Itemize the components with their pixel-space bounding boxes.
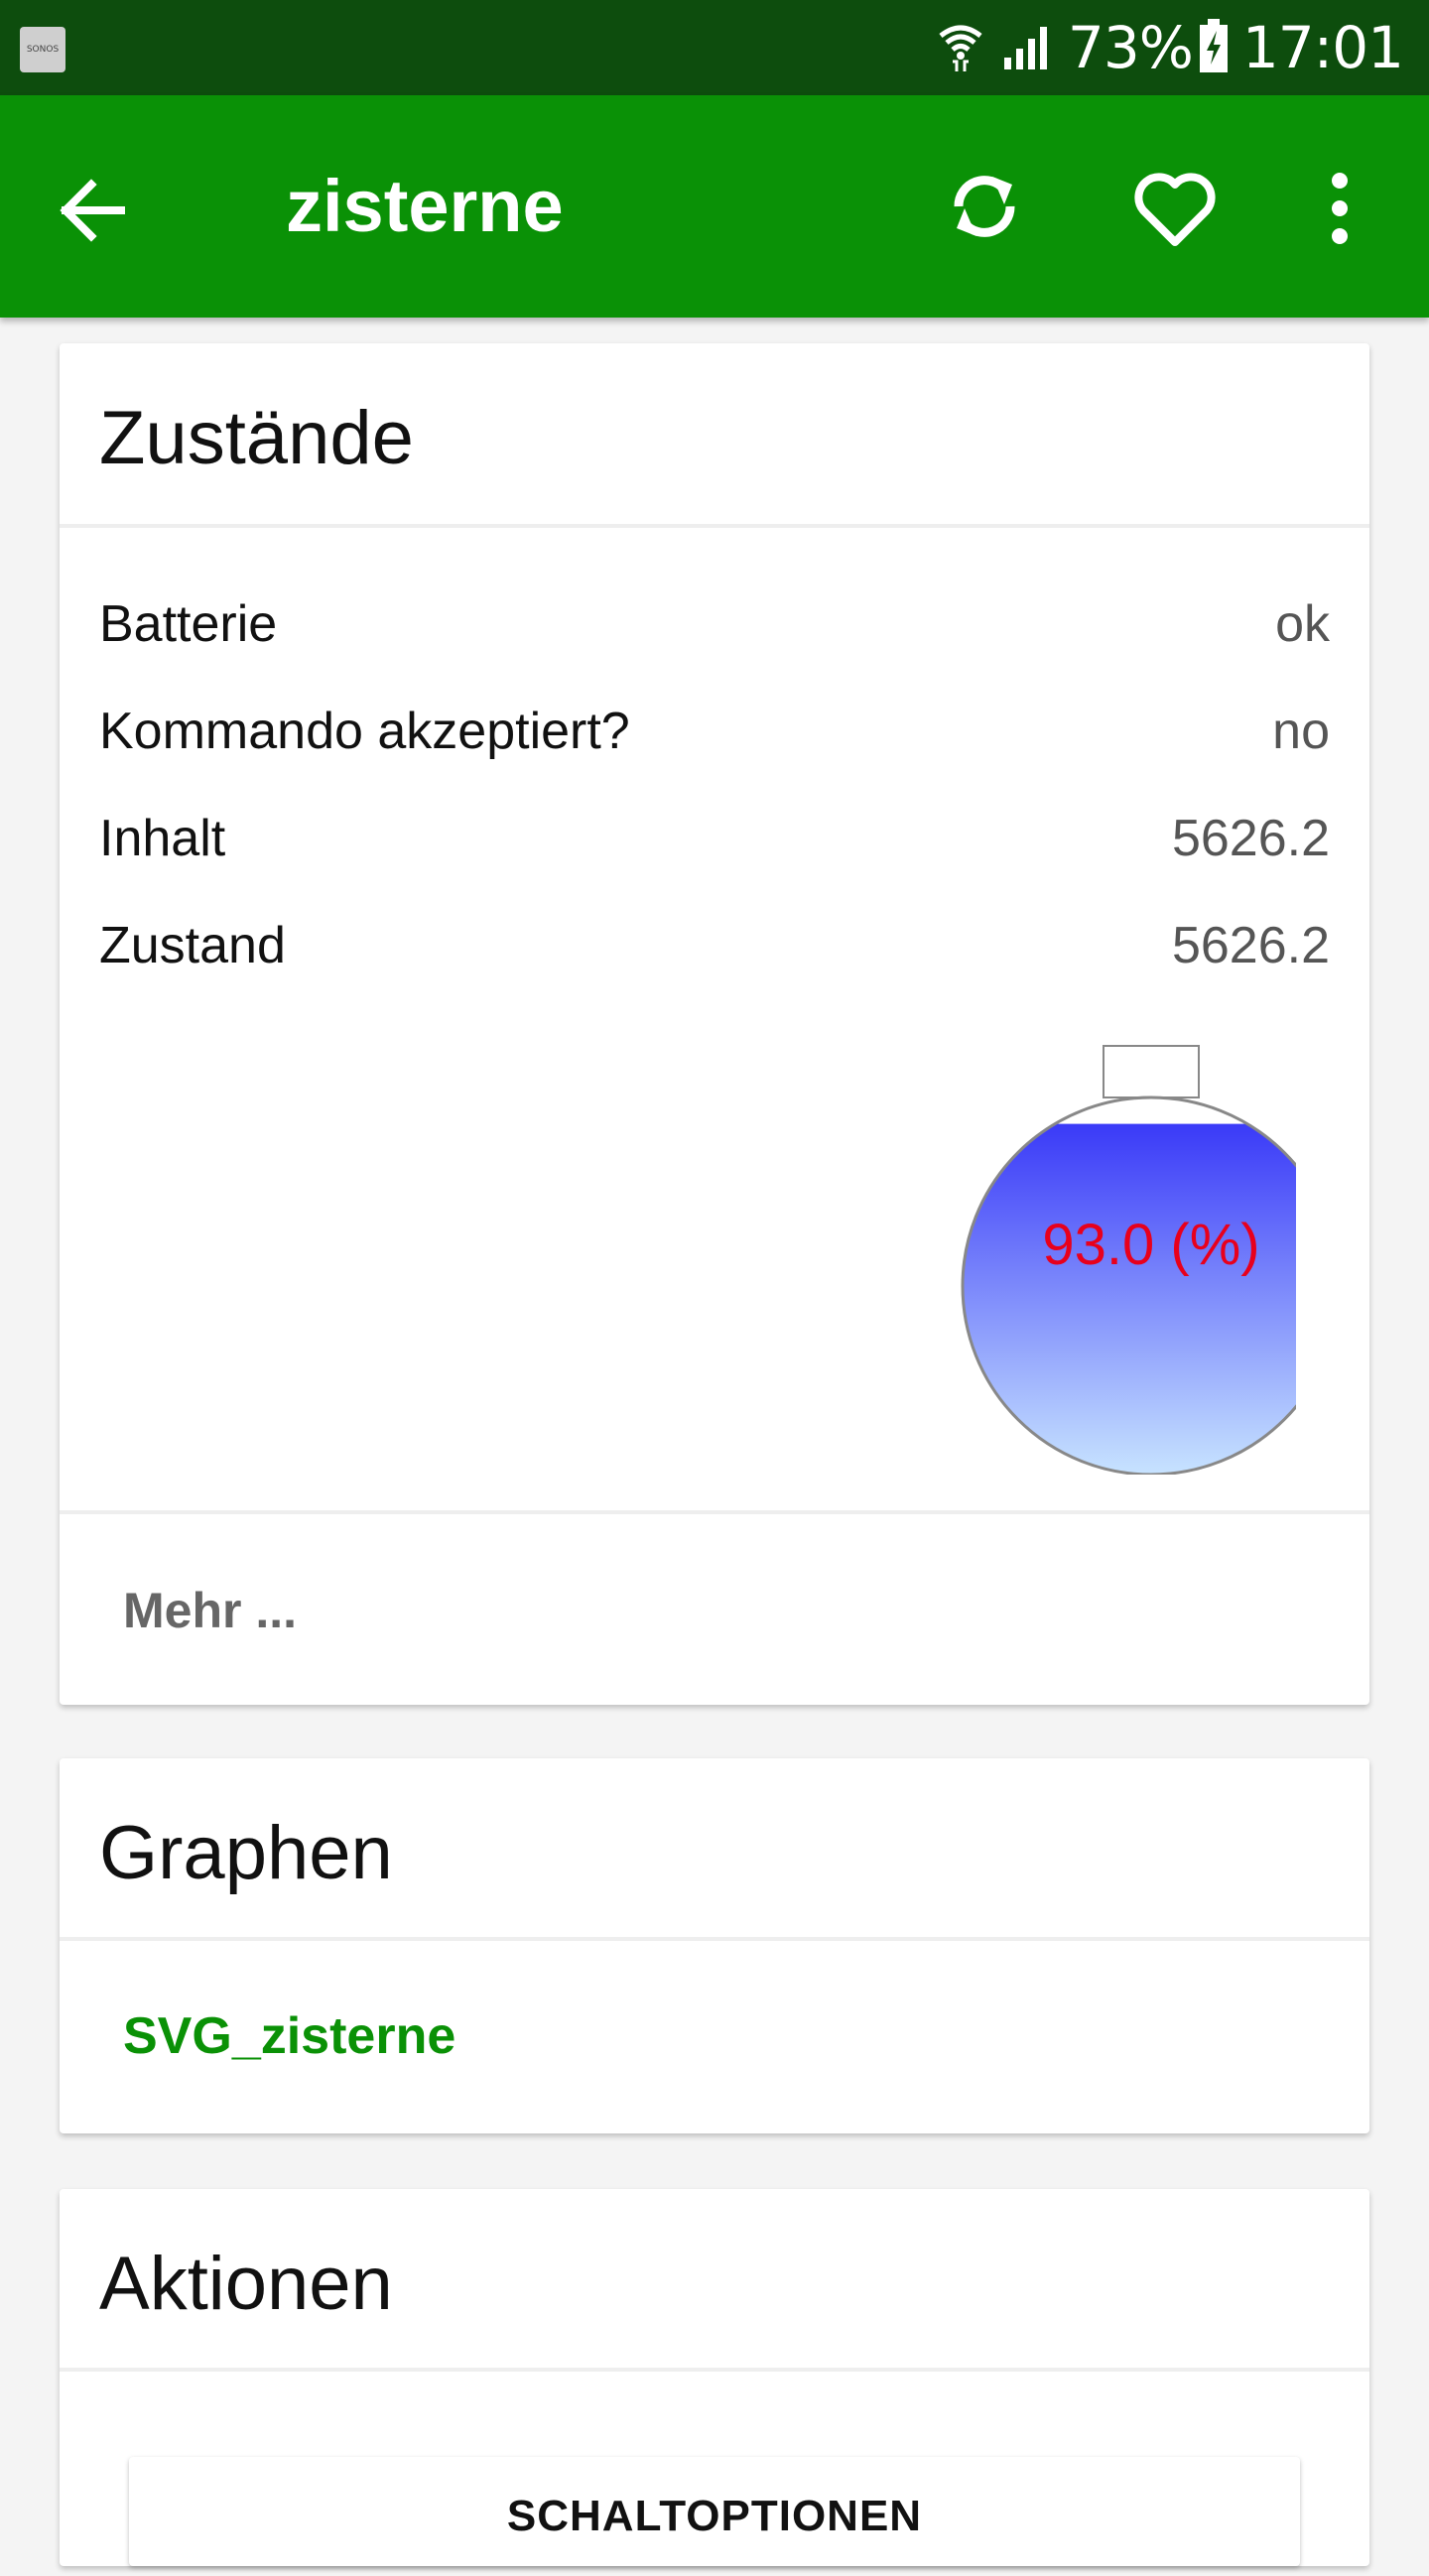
graph-link-svg-zisterne[interactable]: SVG_zisterne — [123, 2006, 455, 2066]
tank-water-fill — [963, 1123, 1296, 1475]
state-value: 5626.2 — [1171, 810, 1330, 867]
battery-percent: 73% — [1067, 14, 1194, 81]
tank-level-gauge: 93.0 (%) — [961, 1045, 1296, 1475]
state-row-inhalt: Inhalt 5626.2 — [99, 804, 1330, 873]
state-value: ok — [1275, 595, 1330, 653]
heart-icon[interactable] — [1131, 167, 1219, 250]
card-aktionen: Aktionen SCHALTOPTIONEN — [60, 2189, 1369, 2566]
state-label: Inhalt — [99, 810, 226, 867]
battery-charging-icon — [1199, 18, 1229, 77]
refresh-icon[interactable] — [943, 165, 1026, 248]
app-bar: zisterne — [0, 95, 1429, 318]
page-title: zisterne — [286, 165, 564, 247]
state-row-kommando: Kommando akzeptiert? no — [99, 697, 1330, 766]
status-bar: SONOS 73% 17:01 — [0, 0, 1429, 95]
more-vert-icon[interactable] — [1312, 167, 1367, 250]
schaltoptionen-button[interactable]: SCHALTOPTIONEN — [129, 2457, 1300, 2566]
more-link[interactable]: Mehr ... — [123, 1582, 297, 1639]
divider — [60, 524, 1369, 528]
card-title: Zustände — [99, 396, 414, 480]
divider — [60, 1510, 1369, 1514]
state-value: no — [1272, 703, 1330, 760]
card-title: Aktionen — [99, 2242, 393, 2326]
signal-icon — [1002, 22, 1054, 74]
divider — [60, 1937, 1369, 1941]
state-row-zustand: Zustand 5626.2 — [99, 911, 1330, 980]
card-zustaende: Zustände Batterie ok Kommando akzeptiert… — [60, 343, 1369, 1705]
state-label: Zustand — [99, 917, 286, 974]
state-value: 5626.2 — [1171, 917, 1330, 974]
state-label: Batterie — [99, 595, 278, 653]
wifi-icon — [937, 20, 984, 76]
tank-neck — [1103, 1045, 1200, 1098]
sonos-notification-icon: SONOS — [20, 27, 65, 72]
card-title: Graphen — [99, 1811, 393, 1895]
card-graphen: Graphen SVG_zisterne — [60, 1758, 1369, 2133]
state-label: Kommando akzeptiert? — [99, 703, 630, 760]
divider — [60, 2368, 1369, 2372]
clock: 17:01 — [1241, 14, 1404, 81]
state-row-batterie: Batterie ok — [99, 589, 1330, 659]
back-arrow-icon[interactable] — [56, 171, 135, 250]
status-bar-right: 73% 17:01 — [937, 0, 1404, 95]
tank-level-label: 93.0 (%) — [1042, 1213, 1259, 1277]
